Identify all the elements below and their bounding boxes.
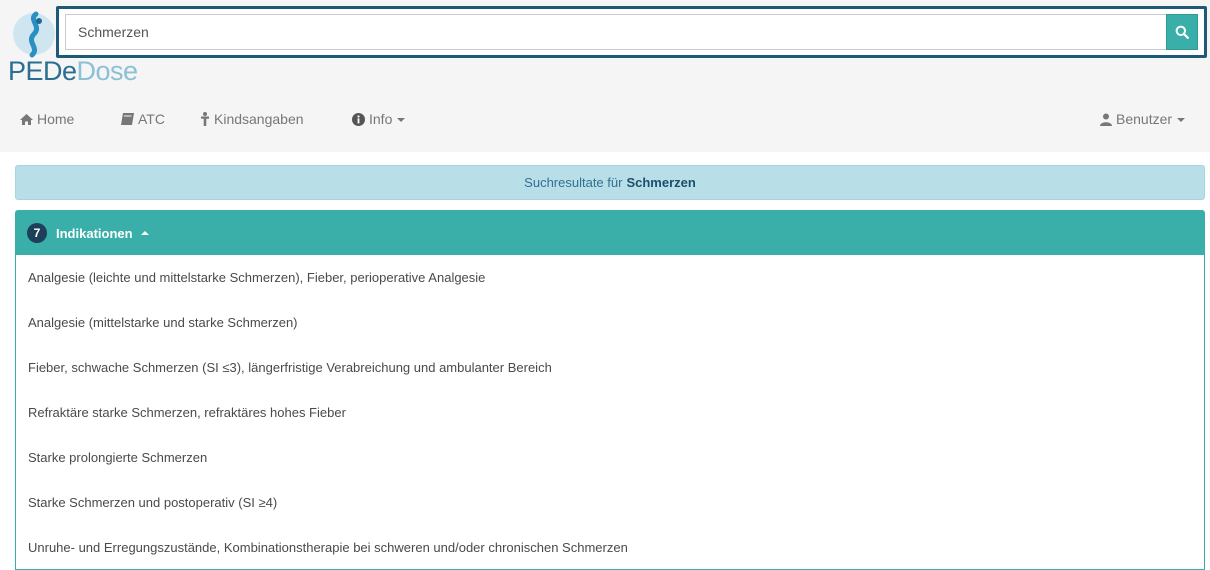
- indications-list: Analgesie (leichte und mittelstarke Schm…: [16, 255, 1204, 570]
- results-term: Schmerzen: [626, 175, 696, 190]
- indications-panel: 7 Indikationen Analgesie (leichte und mi…: [15, 210, 1205, 570]
- list-item[interactable]: Refraktäre starke Schmerzen, refraktäres…: [16, 390, 1204, 435]
- user-icon: [1100, 113, 1112, 126]
- count-badge: 7: [27, 223, 47, 243]
- search-icon: [1175, 25, 1189, 39]
- brand-text-part1: PEDe: [8, 56, 77, 86]
- results-prefix: Suchresultate für: [524, 175, 623, 190]
- main-nav: Home ATC Kindsangaben Info Benutzer: [0, 96, 1210, 146]
- home-icon: [20, 113, 33, 125]
- nav-user-dropdown[interactable]: Benutzer: [1100, 111, 1186, 127]
- pededose-logo-icon[interactable]: [12, 8, 56, 58]
- chevron-up-icon: [140, 231, 149, 235]
- search-input[interactable]: [65, 14, 1166, 50]
- list-item[interactable]: Analgesie (mittelstarke und starke Schme…: [16, 300, 1204, 345]
- book-icon: [121, 113, 134, 125]
- search-bar: [56, 6, 1207, 58]
- list-item[interactable]: Starke prolongierte Schmerzen: [16, 435, 1204, 480]
- panel-title: Indikationen: [56, 225, 133, 241]
- nav-info-label: Info: [369, 111, 393, 127]
- list-item[interactable]: Starke Schmerzen und postoperativ (SI ≥4…: [16, 480, 1204, 525]
- search-results-banner: Suchresultate für Schmerzen: [15, 165, 1205, 200]
- list-item[interactable]: Unruhe- und Erregungszustände, Kombinati…: [16, 525, 1204, 570]
- nav-atc-label: ATC: [138, 111, 165, 127]
- list-item[interactable]: Analgesie (leichte und mittelstarke Schm…: [16, 255, 1204, 300]
- nav-info-dropdown[interactable]: Info: [352, 111, 406, 127]
- indications-panel-toggle[interactable]: 7 Indikationen: [16, 211, 1204, 255]
- nav-home[interactable]: Home: [20, 111, 74, 127]
- header-bar: PEDeDose Home ATC: [0, 0, 1210, 152]
- chevron-down-icon: [1177, 118, 1186, 122]
- child-icon: [200, 112, 210, 126]
- nav-user-label: Benutzer: [1116, 111, 1173, 127]
- info-icon: [352, 112, 365, 126]
- brand-logo-text[interactable]: PEDeDose: [8, 58, 138, 85]
- chevron-down-icon: [397, 118, 406, 122]
- nav-kindsangaben[interactable]: Kindsangaben: [200, 111, 304, 127]
- nav-kindsangaben-label: Kindsangaben: [214, 111, 304, 127]
- nav-home-label: Home: [37, 111, 75, 127]
- nav-atc[interactable]: ATC: [121, 111, 165, 127]
- list-item[interactable]: Fieber, schwache Schmerzen (SI ≤3), läng…: [16, 345, 1204, 390]
- brand-text-part2: Dose: [76, 56, 139, 86]
- search-button[interactable]: [1166, 14, 1198, 50]
